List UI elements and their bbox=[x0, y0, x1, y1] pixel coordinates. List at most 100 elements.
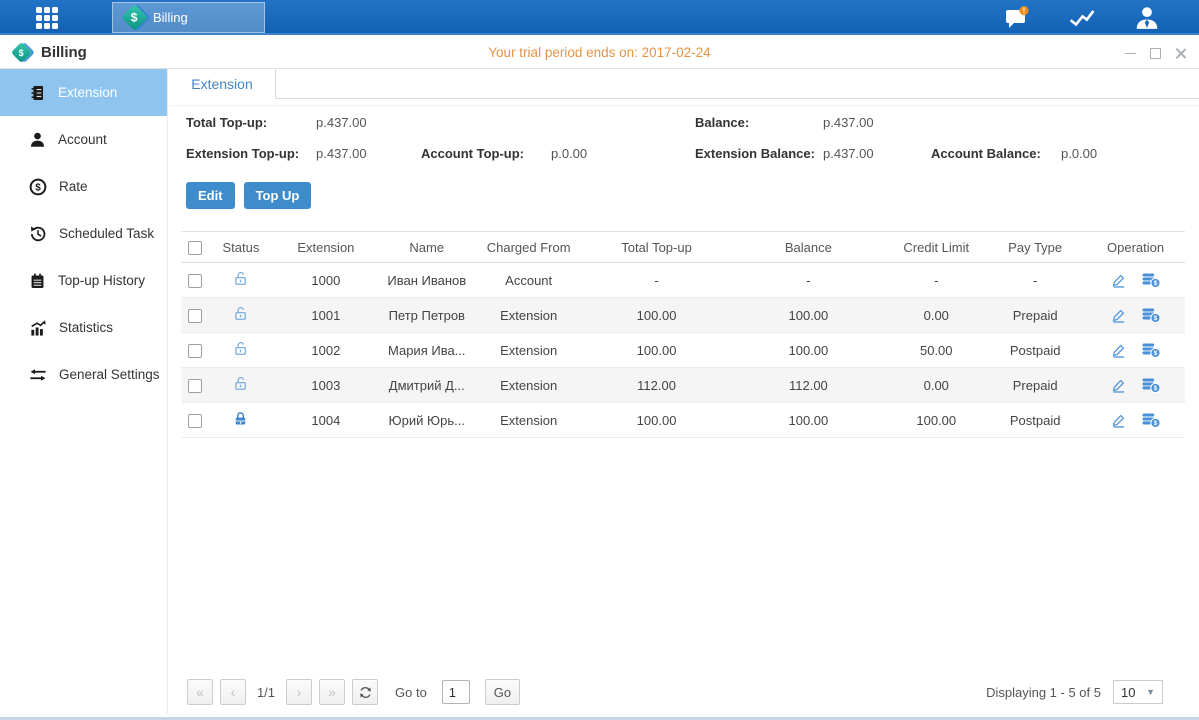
charged-from-cell: Extension bbox=[473, 413, 585, 428]
swap-arrows-icon bbox=[29, 366, 47, 384]
table-header-row: Status Extension Name Charged From Total… bbox=[181, 231, 1185, 263]
minimize-icon[interactable] bbox=[1124, 47, 1137, 60]
row-checkbox[interactable] bbox=[188, 379, 202, 393]
col-name: Name bbox=[381, 240, 473, 255]
extension-topup-label: Extension Top-up: bbox=[186, 146, 299, 161]
table-body: 1000 Иван Иванов Account - - - - $ bbox=[181, 263, 1185, 438]
col-extension: Extension bbox=[271, 240, 381, 255]
billing-app-window: $ Billing ! $ Billing Your trial period … bbox=[0, 0, 1199, 720]
top-up-row-icon[interactable]: $ bbox=[1141, 306, 1161, 324]
taskbar-tab-label: Billing bbox=[153, 10, 188, 25]
sidebar-label: Statistics bbox=[59, 320, 113, 335]
row-checkbox[interactable] bbox=[188, 309, 202, 323]
total-topup-cell: 100.00 bbox=[585, 343, 729, 358]
select-all-checkbox[interactable] bbox=[188, 241, 202, 255]
monitor-chart-icon[interactable] bbox=[1068, 5, 1096, 31]
status-cell bbox=[211, 305, 271, 325]
col-operation: Operation bbox=[1086, 240, 1185, 255]
top-up-button[interactable]: Top Up bbox=[244, 182, 312, 209]
total-topup-cell: 100.00 bbox=[585, 308, 729, 323]
pay-type-cell: Postpaid bbox=[984, 413, 1086, 428]
balance-cell: - bbox=[728, 273, 888, 288]
app-launcher-icon[interactable] bbox=[36, 7, 70, 29]
status-cell bbox=[211, 410, 271, 430]
name-cell: Петр Петров bbox=[381, 308, 473, 323]
person-icon bbox=[29, 131, 46, 149]
account-balance-label: Account Balance: bbox=[931, 146, 1041, 161]
sidebar-label: General Settings bbox=[59, 367, 160, 382]
operation-cell: $ bbox=[1086, 306, 1185, 324]
credit-limit-cell: 100.00 bbox=[888, 413, 984, 428]
tab-underline bbox=[169, 99, 1199, 106]
sidebar-item-account[interactable]: Account bbox=[0, 116, 167, 163]
sidebar-label: Account bbox=[58, 132, 107, 147]
go-button[interactable]: Go bbox=[485, 679, 520, 705]
action-buttons: Edit Top Up bbox=[169, 182, 1199, 209]
svg-text:$: $ bbox=[1154, 350, 1158, 357]
extension-cell: 1002 bbox=[271, 343, 381, 358]
statistics-icon bbox=[29, 319, 47, 337]
close-icon[interactable] bbox=[1174, 47, 1187, 60]
pagination-summary: Displaying 1 - 5 of 5 10 ▼ bbox=[986, 680, 1185, 704]
top-up-row-icon[interactable]: $ bbox=[1141, 411, 1161, 429]
sidebar-item-scheduled-task[interactable]: Scheduled Task bbox=[0, 210, 167, 257]
dollar-circle-icon: $ bbox=[29, 178, 47, 196]
col-balance: Balance bbox=[728, 240, 888, 255]
first-page-button[interactable]: « bbox=[187, 679, 213, 705]
pagination-controls: « ‹ 1/1 › » Go to Go bbox=[181, 679, 520, 705]
taskbar-tray: ! bbox=[1003, 0, 1161, 35]
extension-cell: 1003 bbox=[271, 378, 381, 393]
row-checkbox[interactable] bbox=[188, 414, 202, 428]
status-cell bbox=[211, 340, 271, 360]
charged-from-cell: Extension bbox=[473, 308, 585, 323]
top-up-row-icon[interactable]: $ bbox=[1141, 341, 1161, 359]
edit-row-icon[interactable] bbox=[1110, 377, 1127, 394]
edit-row-icon[interactable] bbox=[1110, 412, 1127, 429]
sidebar-item-extension[interactable]: Extension bbox=[0, 69, 167, 116]
sidebar-item-rate[interactable]: $ Rate bbox=[0, 163, 167, 210]
edit-row-icon[interactable] bbox=[1110, 272, 1127, 289]
top-up-row-icon[interactable]: $ bbox=[1141, 271, 1161, 289]
refresh-button[interactable] bbox=[352, 679, 378, 705]
tab-extension[interactable]: Extension bbox=[169, 69, 276, 99]
prev-page-button[interactable]: ‹ bbox=[220, 679, 246, 705]
notifications-icon[interactable]: ! bbox=[1003, 5, 1031, 31]
name-cell: Иван Иванов bbox=[381, 273, 473, 288]
credit-limit-cell: 0.00 bbox=[888, 378, 984, 393]
last-page-button[interactable]: » bbox=[319, 679, 345, 705]
sidebar-item-statistics[interactable]: Statistics bbox=[0, 304, 167, 351]
table-row: 1004 Юрий Юрь... Extension 100.00 100.00… bbox=[181, 403, 1185, 438]
total-topup-cell: 100.00 bbox=[585, 413, 729, 428]
row-checkbox[interactable] bbox=[188, 274, 202, 288]
edit-row-icon[interactable] bbox=[1110, 342, 1127, 359]
next-page-button[interactable]: › bbox=[286, 679, 312, 705]
extension-balance-label: Extension Balance: bbox=[695, 146, 815, 161]
table-row: 1000 Иван Иванов Account - - - - $ bbox=[181, 263, 1185, 298]
pagination-bar: « ‹ 1/1 › » Go to Go Displaying 1 - 5 of… bbox=[181, 676, 1185, 708]
billing-dollar-icon: $ bbox=[121, 4, 148, 31]
locked-icon bbox=[232, 410, 249, 427]
edit-row-icon[interactable] bbox=[1110, 307, 1127, 324]
maximize-icon[interactable] bbox=[1149, 47, 1162, 60]
window-titlebar: $ Billing Your trial period ends on: 201… bbox=[0, 37, 1199, 69]
sidebar-label: Top-up History bbox=[58, 273, 145, 288]
goto-page-input[interactable] bbox=[442, 680, 470, 704]
tab-strip: Extension bbox=[169, 69, 1199, 99]
col-total-topup: Total Top-up bbox=[585, 240, 729, 255]
sidebar-item-topup-history[interactable]: Top-up History bbox=[0, 257, 167, 304]
user-account-icon[interactable] bbox=[1133, 5, 1161, 31]
credit-limit-cell: 0.00 bbox=[888, 308, 984, 323]
page-size-select[interactable]: 10 ▼ bbox=[1113, 680, 1163, 704]
unlocked-icon bbox=[232, 270, 249, 287]
ledger-icon bbox=[29, 84, 46, 102]
sidebar-item-general-settings[interactable]: General Settings bbox=[0, 351, 167, 398]
taskbar-tab-billing[interactable]: $ Billing bbox=[112, 2, 265, 33]
sidebar-label: Rate bbox=[59, 179, 88, 194]
row-checkbox[interactable] bbox=[188, 344, 202, 358]
operation-cell: $ bbox=[1086, 271, 1185, 289]
credit-limit-cell: - bbox=[888, 273, 984, 288]
balance-value: p.437.00 bbox=[823, 115, 874, 130]
edit-button[interactable]: Edit bbox=[186, 182, 235, 209]
sidebar-label: Extension bbox=[58, 85, 117, 100]
top-up-row-icon[interactable]: $ bbox=[1141, 376, 1161, 394]
